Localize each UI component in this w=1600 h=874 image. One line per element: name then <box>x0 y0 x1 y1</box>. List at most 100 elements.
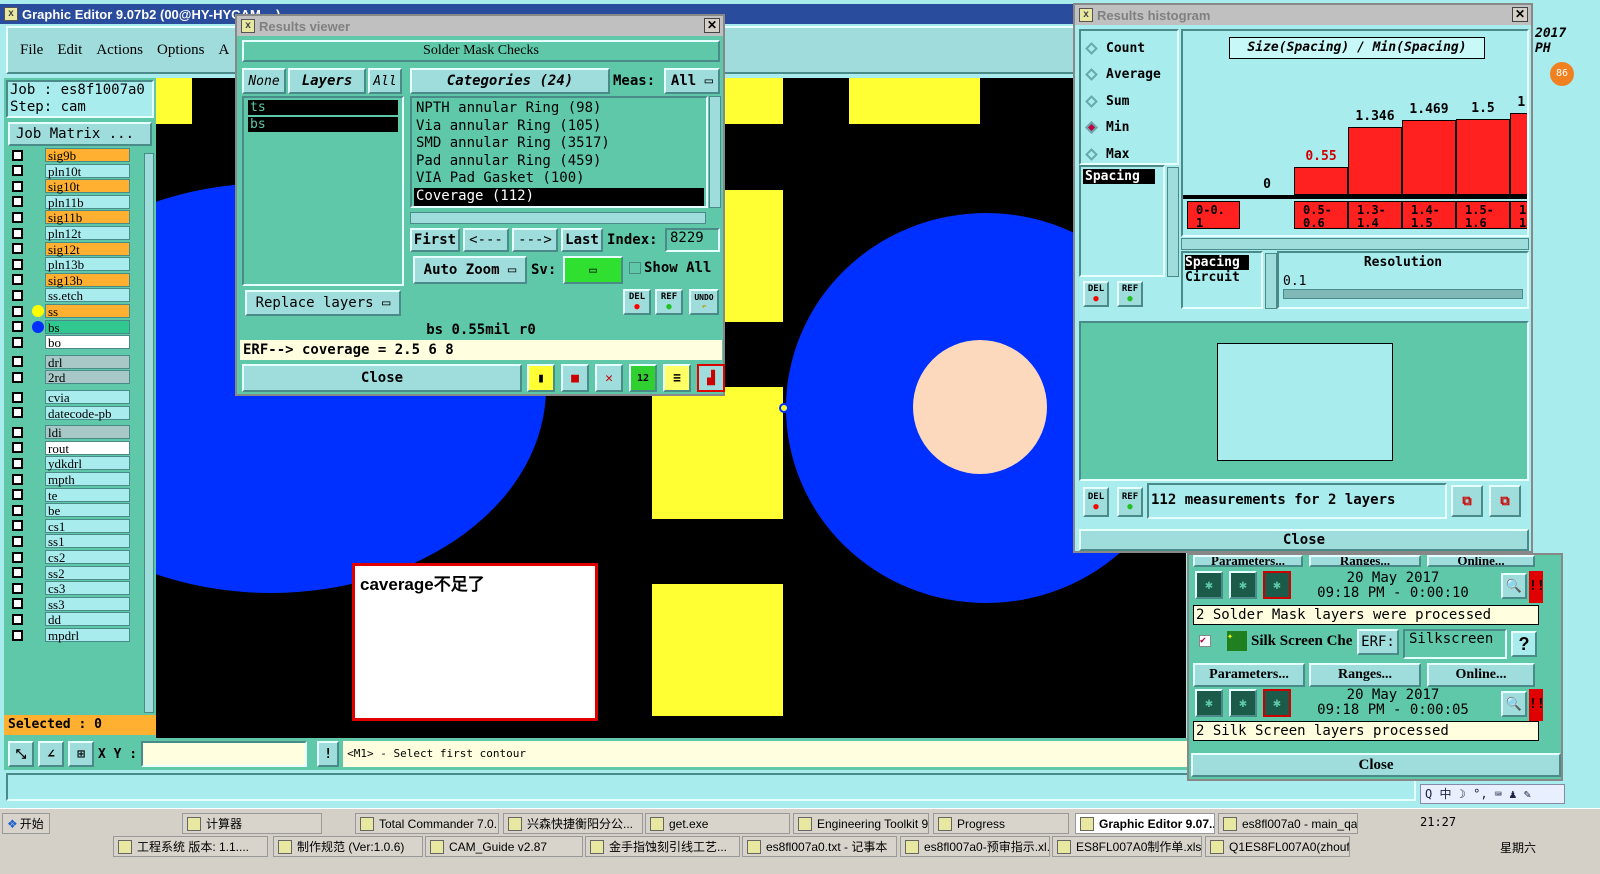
ref-button[interactable]: REF ● <box>655 289 683 315</box>
layer-checkbox[interactable] <box>12 258 23 270</box>
sequence-icon[interactable]: 12 <box>629 364 657 392</box>
summary-del-button[interactable]: DEL ● <box>1083 487 1109 517</box>
menu-options[interactable]: Options <box>157 42 205 59</box>
notes-icon[interactable]: ≡ <box>663 364 691 392</box>
menu-a[interactable]: A <box>219 42 230 59</box>
taskbar-button[interactable]: es8fl007a0 - main_qa <box>1218 813 1358 834</box>
layers-all-button[interactable]: All <box>368 68 402 94</box>
parameters-button-2[interactable]: Parameters... <box>1193 663 1305 687</box>
layer-row[interactable]: be <box>12 503 130 518</box>
layer-checkbox[interactable] <box>12 551 23 563</box>
layer-row[interactable]: sig11b <box>12 210 130 225</box>
summary-ref-button[interactable]: REF ● <box>1117 487 1143 517</box>
xy-input[interactable] <box>141 741 308 767</box>
close-icon[interactable]: ✕ <box>704 18 720 33</box>
layers-none-button[interactable]: None <box>242 68 286 94</box>
attr-item[interactable]: Spacing <box>1083 169 1155 184</box>
category-item[interactable]: VIA Pad Gasket (100) <box>414 170 704 188</box>
hist-del-button[interactable]: DEL ● <box>1083 281 1109 307</box>
ranges-button-2[interactable]: Ranges... <box>1309 663 1421 687</box>
zoom-results-icon[interactable]: 🔍 <box>1501 691 1527 717</box>
bar-category-label[interactable]: 0-0.1 <box>1187 201 1240 229</box>
alert-icon[interactable]: ! <box>317 741 340 767</box>
show-all-checkbox[interactable] <box>629 262 641 274</box>
chart-hscroll[interactable] <box>1181 238 1529 250</box>
layer-checkbox[interactable] <box>12 321 23 333</box>
taskbar-button[interactable]: 计算器 <box>182 813 322 834</box>
report-icon[interactable]: ■ <box>561 364 589 392</box>
last-button[interactable]: Last <box>561 228 603 252</box>
layer-checkbox[interactable] <box>12 180 23 192</box>
layer-checkbox[interactable] <box>12 371 23 383</box>
layer-row[interactable]: ss.etch <box>12 288 130 303</box>
bar-category-label[interactable]: 1.5-1.6 <box>1456 201 1510 229</box>
taskbar-button[interactable]: es8fl007a0-预审指示.xl... <box>900 836 1050 857</box>
clock[interactable]: 21:27 <box>1420 815 1456 829</box>
layer-row[interactable]: datecode-pb <box>12 405 130 420</box>
taskbar-button[interactable]: Q1ES8FL007A0(zhoufy)... <box>1205 836 1350 857</box>
list2-item[interactable]: Circuit <box>1185 270 1259 285</box>
run-partial-icon[interactable]: ✱ <box>1229 571 1257 599</box>
layer-row[interactable]: sig12t <box>12 241 130 256</box>
histogram-close-button[interactable]: Close <box>1079 529 1529 551</box>
layer-checkbox[interactable] <box>12 535 23 547</box>
taskbar-button[interactable]: Progress <box>933 813 1069 834</box>
taskbar-button[interactable]: get.exe <box>645 813 790 834</box>
check2-checkbox[interactable]: ✔ <box>1199 635 1211 647</box>
histogram-bar[interactable] <box>1402 120 1456 195</box>
layer-row[interactable]: sig13b <box>12 272 130 287</box>
layer-row[interactable]: dd <box>12 612 130 627</box>
taskbar-button[interactable]: es8fl007a0.txt - 记事本 <box>742 836 897 857</box>
checklist-close-button[interactable]: Close <box>1191 753 1561 777</box>
layer-row[interactable]: cs3 <box>12 581 130 596</box>
run-icon[interactable]: ✱ <box>1195 689 1223 717</box>
replace-layers-dropdown[interactable]: Replace layers ▭ <box>245 290 401 316</box>
auto-zoom-dropdown[interactable]: Auto Zoom ▭ <box>413 256 527 284</box>
layer-row[interactable]: mpth <box>12 472 130 486</box>
mode-radio-sum[interactable]: Sum <box>1081 88 1177 115</box>
help-button[interactable]: ? <box>1511 631 1537 657</box>
bar-category-label[interactable]: 0.5-0.6 <box>1294 201 1348 229</box>
angle-icon[interactable]: ∠ <box>38 741 64 767</box>
index-input[interactable]: 8229 <box>665 228 720 252</box>
erf-input[interactable]: Silkscreen <box>1403 629 1507 659</box>
layer-checkbox[interactable] <box>12 165 23 177</box>
layer-checkbox[interactable] <box>12 356 23 368</box>
layer-checkbox[interactable] <box>12 489 23 501</box>
category-item[interactable]: Via annular Ring (105) <box>414 118 704 136</box>
close-button[interactable]: Close <box>242 364 522 392</box>
taskbar-button[interactable]: 制作规范 (Ver:1.0.6) <box>273 836 423 857</box>
online-button[interactable]: Online... <box>1427 555 1535 567</box>
layer-item-bs[interactable]: bs <box>248 117 398 132</box>
layer-row[interactable]: ydkdrl <box>12 456 130 471</box>
taskbar-button[interactable]: Engineering Toolkit 9.... <box>793 813 929 834</box>
severity-dropdown[interactable]: ▭ <box>563 256 623 284</box>
warning-icon[interactable]: !! <box>1529 689 1545 721</box>
category-item[interactable]: Coverage (112) <box>414 187 704 206</box>
ranges-button[interactable]: Ranges... <box>1309 555 1421 567</box>
meas-dropdown[interactable]: All ▭ <box>664 68 720 94</box>
layer-checkbox[interactable] <box>12 473 23 485</box>
mode-radio-max[interactable]: Max <box>1081 141 1177 168</box>
layer-row[interactable]: cvia <box>12 390 130 404</box>
export-icon[interactable]: ⧉ <box>1451 485 1483 517</box>
erf-button[interactable]: ERF: <box>1357 629 1399 655</box>
run-icon[interactable]: ✱ <box>1195 571 1223 599</box>
layer-checkbox[interactable] <box>12 457 23 469</box>
layer-row[interactable]: ss2 <box>12 565 130 580</box>
categories-scrollbar[interactable] <box>709 96 721 208</box>
taskbar-button[interactable]: 金手指蚀刻引线工艺... <box>585 836 740 857</box>
mode-radio-average[interactable]: Average <box>1081 62 1177 89</box>
warning-icon[interactable]: !! <box>1529 571 1545 603</box>
layer-checkbox[interactable] <box>12 407 23 419</box>
layout-icon[interactable]: ⧉ <box>1489 485 1521 517</box>
layer-row[interactable]: mpdrl <box>12 628 130 642</box>
layer-row[interactable]: pln13b <box>12 257 130 272</box>
menu-actions[interactable]: Actions <box>96 42 143 59</box>
layer-row[interactable]: ldi <box>12 425 130 440</box>
taskbar-button[interactable]: CAM_Guide v2.87 <box>425 836 583 857</box>
layer-row[interactable]: cs1 <box>12 518 130 533</box>
layer-checkbox[interactable] <box>12 289 23 301</box>
layer-checkbox[interactable] <box>12 274 23 286</box>
parameters-button[interactable]: Parameters... <box>1193 555 1303 567</box>
